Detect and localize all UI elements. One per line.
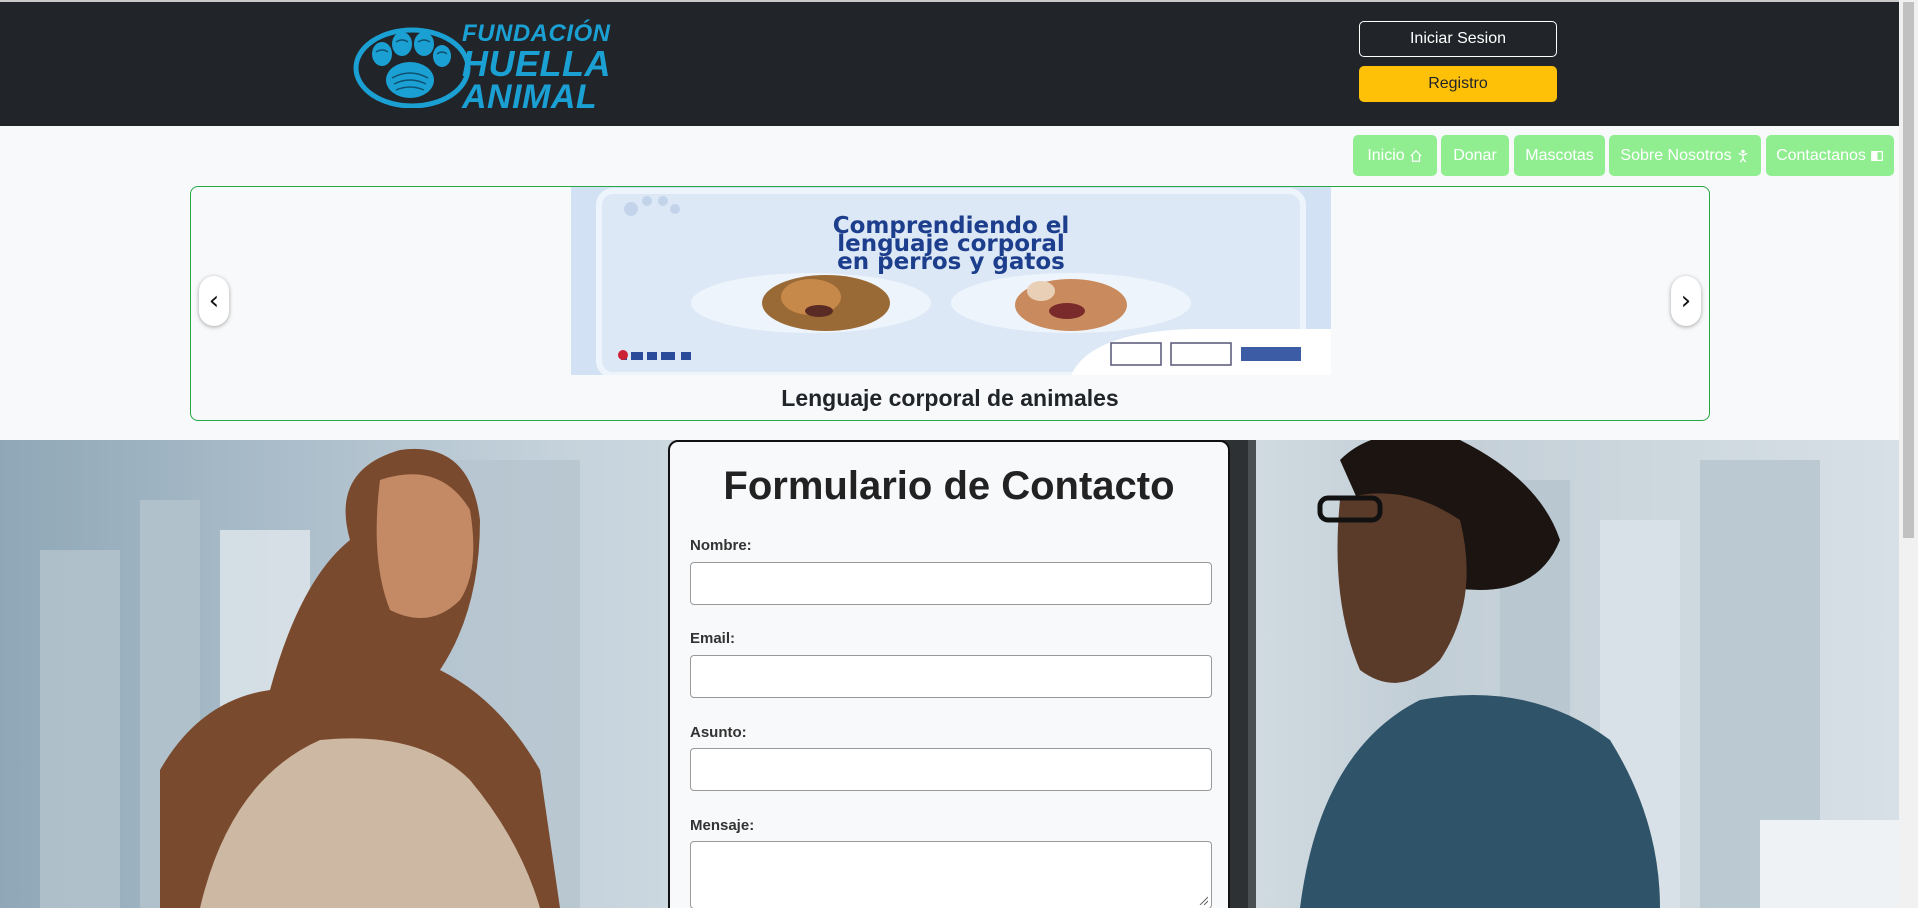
news-carousel: Comprendiendo el lenguaje corporal en pe…: [190, 186, 1710, 421]
poster-line-3: en perros y gatos: [837, 249, 1065, 275]
logo-wordmark: FUNDACIÓN HUELLA ANIMAL: [462, 22, 612, 116]
nav-item-donar[interactable]: Donar: [1441, 135, 1509, 176]
form-title: Formulario de Contacto: [723, 464, 1175, 508]
carousel-prev-button[interactable]: ‹: [199, 276, 229, 326]
slide-image[interactable]: Comprendiendo el lenguaje corporal en pe…: [571, 187, 1331, 375]
slide-caption: Lenguaje corporal de animales: [781, 385, 1119, 411]
nav-item-contactanos[interactable]: Contactanos: [1766, 135, 1894, 176]
register-button[interactable]: Registro: [1359, 66, 1557, 102]
email-input[interactable]: [690, 655, 1212, 698]
page-scrollbar[interactable]: [1899, 0, 1918, 908]
nav-item-label: Sobre Nosotros: [1620, 146, 1732, 164]
message-textarea[interactable]: [690, 841, 1212, 908]
house-icon: [1409, 149, 1422, 162]
nav-item-mascotas[interactable]: Mascotas: [1514, 135, 1605, 176]
nav-item-label: Donar: [1453, 146, 1497, 164]
contact-form: Formulario de Contacto Nombre: Email: As…: [668, 440, 1230, 908]
login-button[interactable]: Iniciar Sesion: [1359, 21, 1557, 57]
scrollbar-thumb[interactable]: [1903, 2, 1914, 538]
book-icon: [1871, 150, 1883, 161]
message-label: Mensaje:: [690, 817, 755, 834]
nav-item-label: Contactanos: [1776, 146, 1866, 164]
nav-item-inicio[interactable]: Inicio: [1353, 135, 1437, 176]
nav-item-label: Inicio: [1367, 146, 1405, 164]
person-icon: [1737, 149, 1748, 163]
logo-line-2: HUELLA: [462, 43, 611, 84]
paw-logo-icon: [353, 27, 471, 108]
chevron-left-icon: ‹: [208, 286, 220, 316]
name-label: Nombre:: [690, 537, 752, 554]
logo-line-3: ANIMAL: [462, 78, 598, 116]
name-input[interactable]: [690, 562, 1212, 605]
body-language-poster: Comprendiendo el lenguaje corporal en pe…: [571, 187, 1331, 375]
subject-label: Asunto:: [690, 724, 747, 741]
chevron-right-icon: ›: [1680, 286, 1692, 316]
page: FUNDACIÓN HUELLA ANIMAL Iniciar Sesion R…: [0, 0, 1899, 908]
resize-grip-icon[interactable]: [1198, 895, 1208, 905]
nav-item-sobre-nosotros[interactable]: Sobre Nosotros: [1609, 135, 1761, 176]
email-label: Email:: [690, 630, 736, 647]
subject-input[interactable]: [690, 748, 1212, 791]
carousel-next-button[interactable]: ›: [1671, 276, 1701, 326]
nav-item-label: Mascotas: [1525, 146, 1594, 164]
foundation-logo[interactable]: FUNDACIÓN HUELLA ANIMAL: [352, 22, 614, 114]
site-header: FUNDACIÓN HUELLA ANIMAL Iniciar Sesion R…: [0, 2, 1899, 126]
